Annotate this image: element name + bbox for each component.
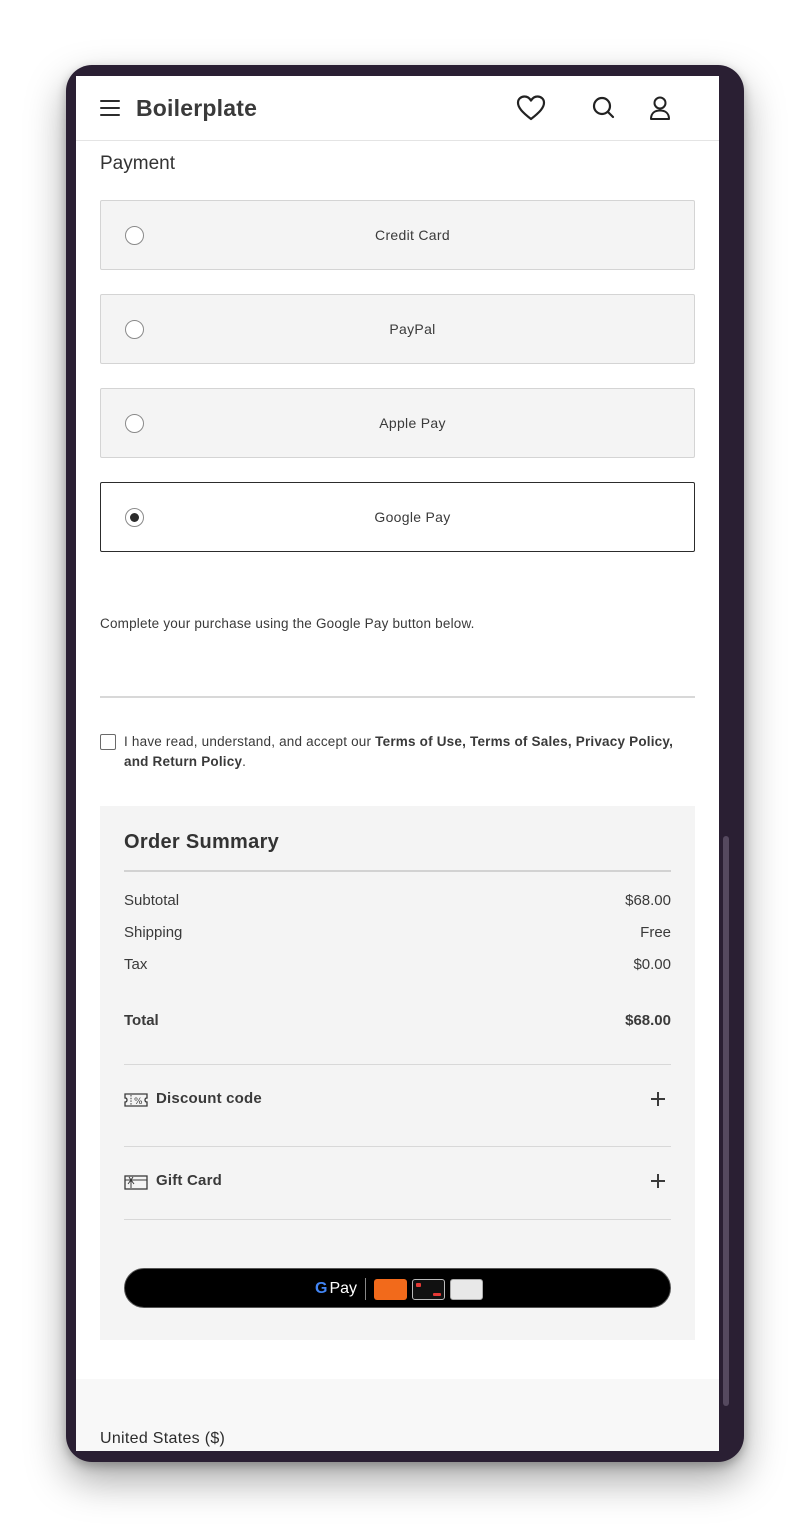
tax-label: Tax [124,956,148,973]
plus-icon[interactable] [651,1092,665,1106]
google-pay-button[interactable]: G Pay [124,1268,671,1308]
screen: Boilerplate Payment Credit Card PayPal A… [76,76,719,1451]
pay-wordmark: Pay [329,1280,358,1297]
total-value: $68.00 [625,1012,671,1029]
device-frame: Boilerplate Payment Credit Card PayPal A… [66,65,744,1462]
button-separator [365,1278,367,1300]
tax-value: $0.00 [633,956,671,973]
orange-card-icon [374,1278,408,1300]
google-pay-note: Complete your purchase using the Google … [100,616,475,631]
subtotal-value: $68.00 [625,892,671,909]
terms-prefix: I have read, understand, and accept our [124,734,376,749]
payment-option-google-pay[interactable]: Google Pay [100,482,695,552]
payment-option-credit-card[interactable]: Credit Card [100,200,695,270]
summary-divider [124,870,671,872]
gift-card-toggle[interactable]: Gift Card [124,1168,671,1198]
order-summary: Order Summary Subtotal $68.00 Shipping F… [100,806,695,1340]
svg-text:%: % [134,1097,143,1107]
summary-divider [124,1064,671,1065]
scrollbar-thumb[interactable] [723,836,729,1406]
heart-icon[interactable] [516,93,546,123]
payment-option-label: Credit Card [375,227,450,243]
payment-option-paypal[interactable]: PayPal [100,294,695,364]
shipping-label: Shipping [124,924,183,941]
region-selector[interactable]: United States ($) [100,1430,225,1448]
payment-option-apple-pay[interactable]: Apple Pay [100,388,695,458]
google-pay-button-content: G Pay [315,1278,488,1300]
terms-agreement: I have read, understand, and accept our … [100,732,695,772]
summary-divider [124,1146,671,1147]
search-icon[interactable] [589,93,619,123]
coupon-icon: % [124,1092,148,1108]
brand-logo[interactable]: Boilerplate [136,95,257,122]
plus-icon[interactable] [651,1174,665,1188]
discount-code-toggle[interactable]: % Discount code [124,1086,671,1116]
payment-option-label: PayPal [389,321,436,337]
payment-option-label: Apple Pay [379,415,446,431]
site-header: Boilerplate [76,76,719,141]
user-icon[interactable] [645,93,675,123]
total-label: Total [124,1012,159,1029]
dark-card-icon [412,1278,446,1300]
terms-suffix: . [242,754,247,769]
light-card-icon [450,1278,484,1300]
summary-divider [124,1219,671,1220]
payment-option-label: Google Pay [374,509,451,525]
gift-card-label: Gift Card [156,1172,222,1189]
google-g-letter: G [315,1280,328,1297]
menu-icon[interactable] [100,100,120,116]
order-summary-title: Order Summary [124,831,280,853]
subtotal-label: Subtotal [124,892,180,909]
terms-checkbox[interactable] [100,734,116,750]
gift-card-icon [124,1174,148,1190]
shipping-value: Free [640,924,671,941]
discount-code-label: Discount code [156,1090,262,1107]
google-g-logo: G [315,1280,327,1298]
divider [100,696,695,698]
scrollbar-track[interactable] [719,76,734,1451]
payment-title: Payment [100,153,175,174]
terms-text: I have read, understand, and accept our … [124,732,695,772]
